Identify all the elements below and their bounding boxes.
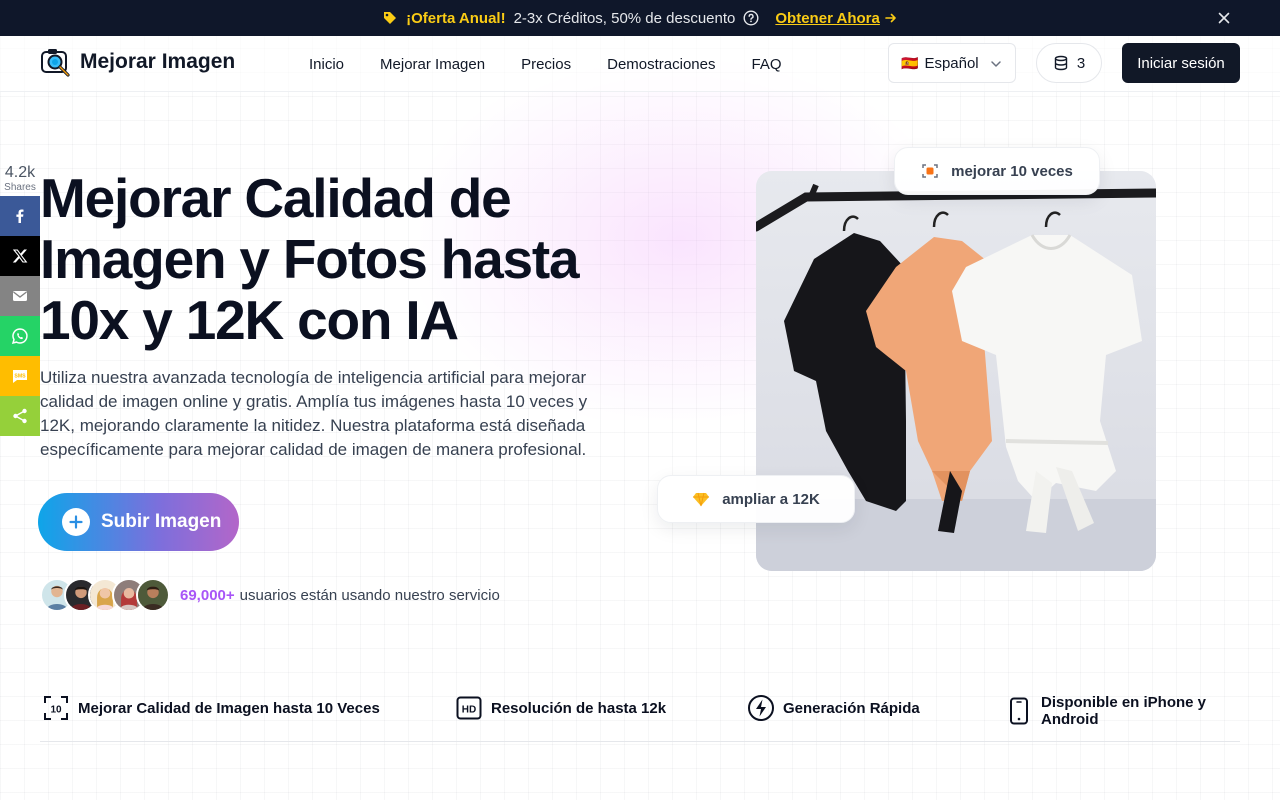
nav-link-precios[interactable]: Precios — [503, 56, 589, 73]
user-count-row: 69,000+ usuarios están usando nuestro se… — [40, 577, 500, 613]
enhance-10x-badge: mejorar 10 veces — [894, 147, 1100, 195]
users-text: usuarios están usando nuestro servicio — [239, 586, 500, 604]
feature-label: Disponible en iPhone y Android — [1041, 694, 1207, 728]
feature-label: Mejorar Calidad de Imagen hasta 10 Veces — [78, 699, 380, 717]
share-facebook-button[interactable] — [0, 196, 40, 236]
upscale-12k-label: ampliar a 12K — [722, 490, 820, 508]
logo-text: Mejorar Imagen — [80, 50, 236, 73]
diamond-icon — [692, 490, 710, 508]
sms-icon: SMS — [13, 370, 27, 383]
nav-links: Inicio Mejorar Imagen Precios Demostraci… — [291, 36, 800, 92]
login-button[interactable]: Iniciar sesión — [1122, 43, 1240, 83]
whatsapp-icon — [11, 328, 28, 345]
share-rail: 4.2k Shares SMS — [0, 164, 40, 436]
upscale-12k-badge: ampliar a 12K — [657, 475, 855, 523]
feature-item: Disponible en iPhone y Android — [1005, 694, 1240, 728]
camera-magnifier-logo-icon — [40, 46, 72, 78]
database-icon — [1053, 55, 1069, 71]
users-count: 69,000+ — [180, 586, 235, 604]
nav-link-inicio[interactable]: Inicio — [291, 56, 362, 73]
feature-item: HD Resolución de hasta 12k — [455, 694, 666, 722]
scan-10x-icon: 10 — [42, 694, 70, 722]
promo-cta-link[interactable]: Obtener Ahora — [775, 10, 897, 27]
language-select[interactable]: 🇪🇸 Español — [888, 43, 1016, 83]
svg-text:10: 10 — [50, 705, 62, 716]
features-bar: 10 Mejorar Calidad de Imagen hasta 10 Ve… — [40, 688, 1240, 742]
promo-description: 2-3x Créditos, 50% de descuento — [513, 9, 736, 27]
share-whatsapp-button[interactable] — [0, 316, 40, 356]
smartphone-icon — [1005, 697, 1033, 725]
nav-link-mejorar-imagen[interactable]: Mejorar Imagen — [362, 56, 503, 73]
share-email-button[interactable] — [0, 276, 40, 316]
logo-link[interactable]: Mejorar Imagen — [40, 46, 235, 78]
promo-banner: ¡Oferta Anual! 2-3x Créditos, 50% de des… — [0, 0, 1280, 36]
avatar-group — [40, 578, 170, 612]
close-icon[interactable] — [1216, 10, 1232, 26]
feature-item: 10 Mejorar Calidad de Imagen hasta 10 Ve… — [42, 694, 380, 722]
hero-title: Mejorar Calidad de Imagen y Fotos hasta … — [40, 167, 580, 351]
arrow-right-icon — [884, 11, 898, 25]
chevron-down-icon — [989, 57, 1003, 71]
x-icon — [12, 249, 28, 263]
feature-label: Generación Rápida — [783, 699, 920, 717]
lightning-icon — [747, 694, 775, 722]
share-count: 4.2k — [4, 164, 36, 181]
credits-count: 3 — [1076, 54, 1086, 72]
plus-icon — [62, 508, 90, 536]
share-x-button[interactable] — [0, 236, 40, 276]
svg-text:SMS: SMS — [14, 374, 26, 380]
share-icon — [13, 408, 27, 424]
nav-link-faq[interactable]: FAQ — [734, 56, 800, 73]
feature-item: Generación Rápida — [747, 694, 920, 722]
hero-description: Utiliza nuestra avanzada tecnología de i… — [40, 368, 588, 459]
avatar — [136, 578, 170, 612]
price-tag-icon — [382, 10, 398, 26]
svg-text:HD: HD — [462, 705, 476, 716]
promo-offer: ¡Oferta Anual! — [406, 9, 506, 27]
top-navigation: Mejorar Imagen Inicio Mejorar Imagen Pre… — [0, 36, 1280, 92]
facebook-icon — [16, 209, 24, 223]
email-icon — [13, 291, 27, 301]
enhance-10x-label: mejorar 10 veces — [951, 162, 1073, 180]
share-sms-button[interactable]: SMS — [0, 356, 40, 396]
share-more-button[interactable] — [0, 396, 40, 436]
upload-image-label: Subir Imagen — [101, 511, 222, 532]
credits-button[interactable]: 3 — [1036, 43, 1102, 83]
help-circle-icon[interactable] — [743, 10, 759, 26]
language-label: Español — [924, 54, 979, 72]
promo-cta-label: Obtener Ahora — [775, 9, 880, 27]
scan-focus-icon — [921, 162, 939, 180]
share-count-label: Shares — [4, 182, 36, 193]
upload-image-button[interactable]: Subir Imagen — [38, 493, 239, 551]
hd-icon: HD — [455, 694, 483, 722]
spain-flag-icon: 🇪🇸 — [901, 54, 919, 71]
nav-link-demostraciones[interactable]: Demostraciones — [589, 56, 733, 73]
feature-label: Resolución de hasta 12k — [491, 699, 667, 717]
